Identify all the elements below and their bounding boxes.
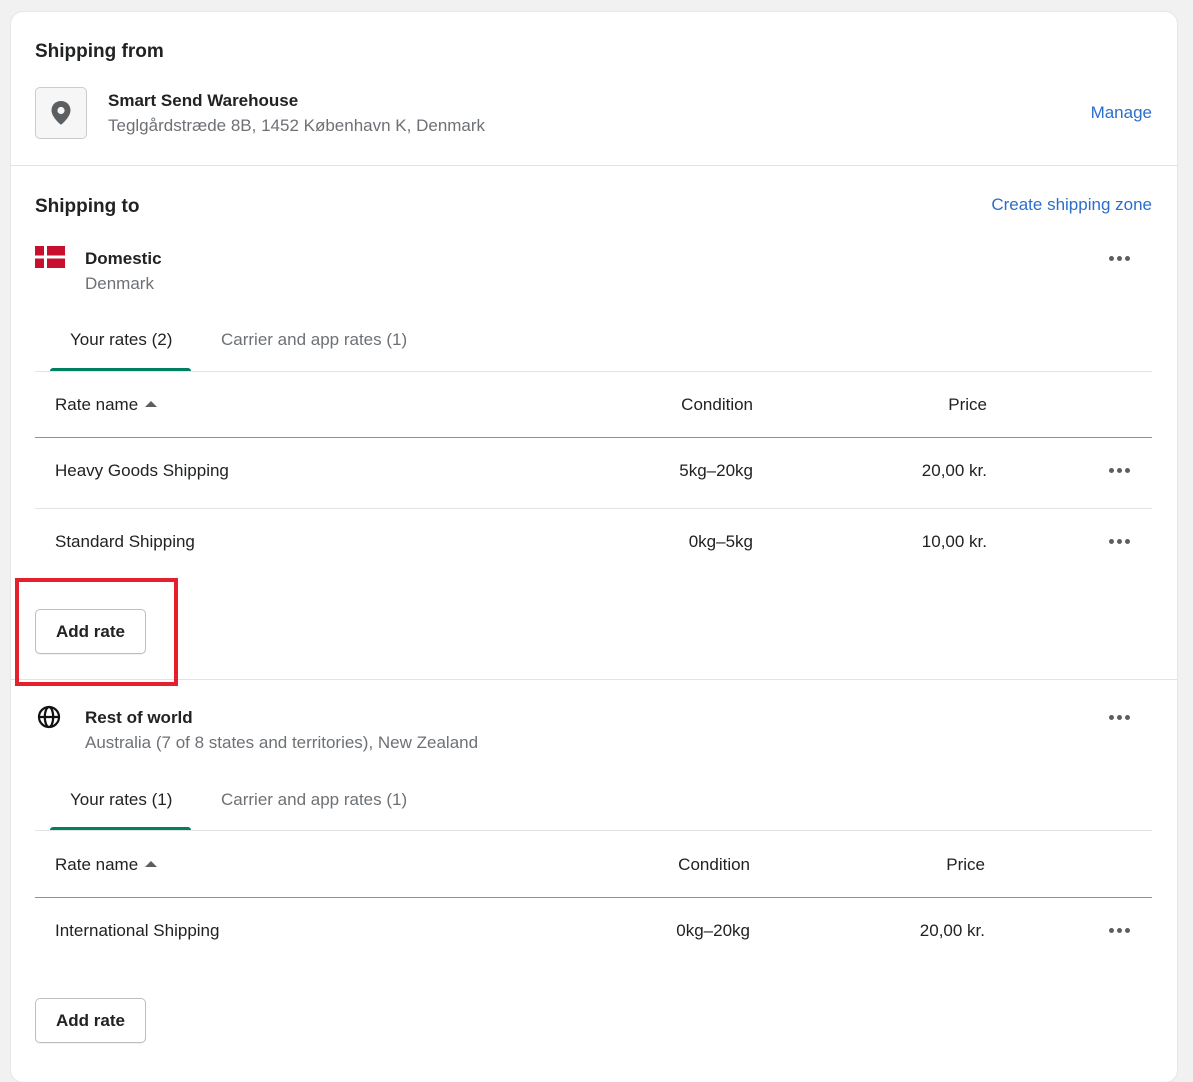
tab-your-rates[interactable]: Your rates (1) <box>70 790 172 810</box>
tab-carrier-app-rates[interactable]: Carrier and app rates (1) <box>221 330 407 350</box>
create-shipping-zone-link[interactable]: Create shipping zone <box>991 195 1152 215</box>
rate-condition: 5kg–20kg <box>679 461 753 480</box>
shipping-from-title: Shipping from <box>35 41 164 62</box>
zone-countries: Denmark <box>85 274 154 293</box>
location-pin-icon <box>51 101 71 125</box>
location-icon-box <box>35 87 87 139</box>
column-header-price: Price <box>946 855 985 874</box>
rate-condition: 0kg–20kg <box>676 921 750 940</box>
zone-more-actions-icon[interactable] <box>1109 715 1130 720</box>
rate-name: International Shipping <box>55 921 220 940</box>
zone-more-actions-icon[interactable] <box>1109 256 1130 261</box>
rate-more-actions-icon[interactable] <box>1109 468 1130 473</box>
column-header-rate-name[interactable]: Rate name <box>55 395 158 415</box>
manage-location-link[interactable]: Manage <box>1091 103 1152 123</box>
tab-carrier-app-rates[interactable]: Carrier and app rates (1) <box>221 790 407 810</box>
sort-ascending-icon <box>145 861 158 867</box>
zone-name: Rest of world <box>85 708 193 727</box>
rate-name-header-label: Rate name <box>55 395 139 414</box>
zone-name: Domestic <box>85 249 162 268</box>
sort-ascending-icon <box>145 401 158 407</box>
column-header-condition: Condition <box>678 855 750 874</box>
rate-name: Standard Shipping <box>55 532 195 551</box>
location-name: Smart Send Warehouse <box>108 91 299 110</box>
rate-more-actions-icon[interactable] <box>1109 539 1130 544</box>
add-rate-button[interactable]: Add rate <box>35 998 146 1043</box>
shipping-card: Shipping from Smart Send Warehouse Teglg… <box>11 12 1177 1082</box>
tab-your-rates[interactable]: Your rates (2) <box>70 330 172 350</box>
tabs-divider <box>35 830 1152 831</box>
column-header-price: Price <box>948 395 987 414</box>
rate-condition: 0kg–5kg <box>688 532 753 551</box>
zone-countries: Australia (7 of 8 states and territories… <box>85 733 479 752</box>
rate-name-header-label: Rate name <box>55 855 139 874</box>
tabs-divider <box>35 371 1152 372</box>
rate-price: 20,00 kr. <box>921 461 987 480</box>
table-header-divider <box>35 897 1152 898</box>
shipping-to-title: Shipping to <box>35 196 140 217</box>
zone-divider <box>11 679 1177 680</box>
globe-icon <box>37 705 61 729</box>
rate-name: Heavy Goods Shipping <box>55 461 229 480</box>
rate-more-actions-icon[interactable] <box>1109 928 1130 933</box>
column-header-rate-name[interactable]: Rate name <box>55 855 158 875</box>
column-header-condition: Condition <box>681 395 753 414</box>
rate-price: 10,00 kr. <box>921 532 987 551</box>
location-address: Teglgårdstræde 8B, 1452 København K, Den… <box>108 116 486 135</box>
add-rate-button[interactable]: Add rate <box>35 609 146 654</box>
row-divider <box>35 508 1152 509</box>
table-header-divider <box>35 437 1152 438</box>
section-divider <box>11 165 1177 166</box>
rate-price: 20,00 kr. <box>919 921 985 940</box>
denmark-flag-icon <box>35 246 65 268</box>
